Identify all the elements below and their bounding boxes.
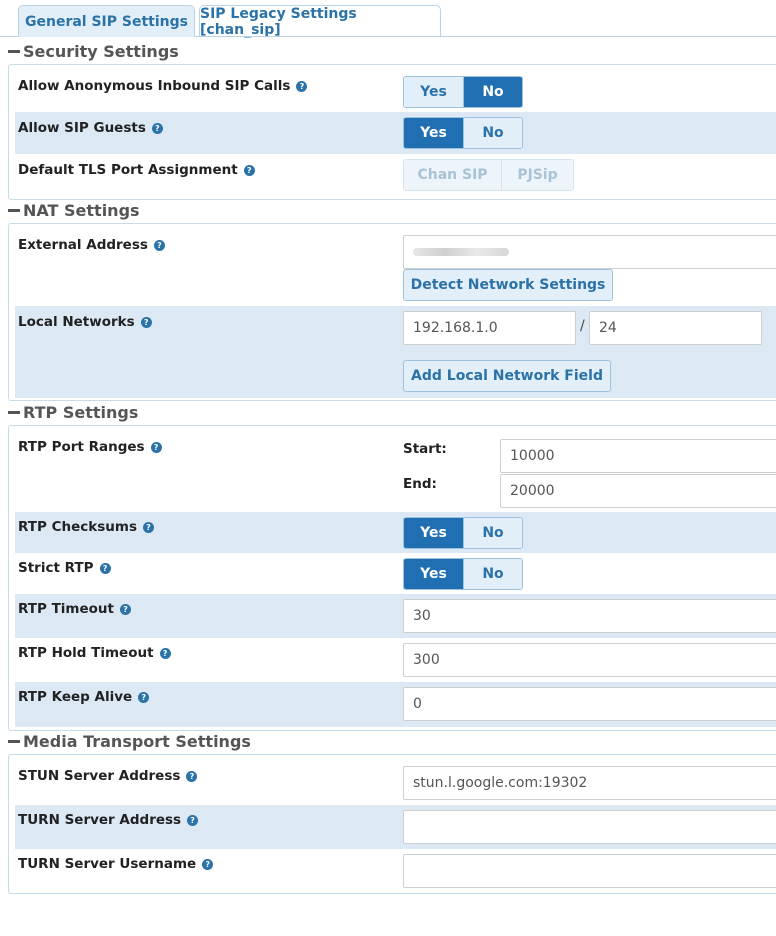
external-address-input[interactable] [403, 235, 776, 269]
section-title: Media Transport Settings [23, 731, 251, 751]
rtp-end-input[interactable]: 20000 [500, 474, 776, 508]
strict-rtp-toggle: Yes No [403, 558, 523, 590]
row-allow-anonymous: Allow Anonymous Inbound SIP Calls ? Yes … [15, 70, 776, 111]
rtp-timeout-input[interactable]: 30 [403, 599, 776, 633]
nat-settings-header[interactable]: NAT Settings [8, 199, 140, 221]
row-default-tls-port: Default TLS Port Assignment ? Chan SIP P… [15, 154, 776, 198]
turn-username-input[interactable] [403, 854, 776, 888]
external-address-label: External Address ? [18, 237, 165, 253]
help-icon[interactable]: ? [140, 316, 152, 328]
row-rtp-port-ranges: RTP Port Ranges ? Start: 10000 End: 2000… [15, 431, 776, 512]
local-networks-label: Local Networks ? [18, 314, 152, 330]
section-title: NAT Settings [23, 200, 140, 220]
row-allow-sip-guests: Allow SIP Guests ? Yes No [15, 112, 776, 154]
tab-bar: General SIP Settings SIP Legacy Settings… [0, 0, 776, 38]
strict-rtp-yes[interactable]: Yes [404, 559, 463, 589]
row-strict-rtp: Strict RTP ? Yes No [15, 553, 776, 594]
collapse-icon[interactable] [8, 208, 20, 212]
rtp-hold-timeout-label: RTP Hold Timeout ? [18, 645, 171, 661]
rtp-hold-timeout-input[interactable]: 300 [403, 643, 776, 677]
default-tls-port-label: Default TLS Port Assignment ? [18, 162, 255, 178]
rtp-checksums-label: RTP Checksums ? [18, 519, 154, 535]
help-icon[interactable]: ? [243, 164, 255, 176]
rtp-keep-alive-input[interactable]: 0 [403, 687, 776, 721]
rtp-checksums-yes[interactable]: Yes [404, 518, 463, 548]
tab-sip-legacy-settings[interactable]: SIP Legacy Settings [chan_sip] [199, 5, 441, 38]
stun-server-label: STUN Server Address ? [18, 768, 198, 784]
rtp-checksums-toggle: Yes No [403, 517, 523, 549]
collapse-icon[interactable] [8, 49, 20, 53]
collapse-icon[interactable] [8, 739, 20, 743]
allow-sip-guests-yes[interactable]: Yes [404, 118, 463, 148]
rtp-settings-header[interactable]: RTP Settings [8, 401, 138, 423]
strict-rtp-no[interactable]: No [463, 559, 522, 589]
help-icon[interactable]: ? [153, 239, 165, 251]
row-stun-server: STUN Server Address ? stun.l.google.com:… [15, 760, 776, 805]
help-icon[interactable]: ? [186, 770, 198, 782]
help-icon[interactable]: ? [138, 691, 150, 703]
tls-chan-sip-option[interactable]: Chan SIP [404, 160, 501, 190]
rtp-start-input[interactable]: 10000 [500, 439, 776, 473]
row-turn-server: TURN Server Address ? [15, 805, 776, 849]
help-icon[interactable]: ? [120, 603, 131, 615]
row-rtp-checksums: RTP Checksums ? Yes No [15, 512, 776, 553]
section-title: Security Settings [23, 41, 179, 61]
local-network-ip-input[interactable]: 192.168.1.0 [403, 311, 576, 345]
rtp-keep-alive-label: RTP Keep Alive ? [18, 689, 150, 705]
rtp-end-label: End: [403, 476, 437, 492]
allow-sip-guests-toggle: Yes No [403, 117, 523, 149]
turn-server-label: TURN Server Address ? [18, 812, 199, 828]
row-rtp-timeout: RTP Timeout ? 30 [15, 594, 776, 638]
rtp-port-ranges-label: RTP Port Ranges ? [18, 439, 162, 455]
default-tls-port-toggle: Chan SIP PJSip [403, 159, 574, 191]
allow-anonymous-yes[interactable]: Yes [404, 77, 463, 107]
rtp-start-label: Start: [403, 441, 447, 457]
allow-anonymous-label: Allow Anonymous Inbound SIP Calls ? [18, 78, 308, 94]
tab-general-sip-settings[interactable]: General SIP Settings [18, 5, 195, 37]
row-turn-username: TURN Server Username ? [15, 849, 776, 894]
allow-sip-guests-no[interactable]: No [463, 118, 522, 148]
add-local-network-field-button[interactable]: Add Local Network Field [403, 360, 611, 392]
help-icon[interactable]: ? [202, 858, 214, 870]
section-title: RTP Settings [23, 402, 139, 422]
tls-pjsip-option[interactable]: PJSip [501, 160, 573, 190]
allow-sip-guests-label: Allow SIP Guests ? [18, 120, 163, 136]
stun-server-input[interactable]: stun.l.google.com:19302 [403, 766, 776, 800]
redacted-value [413, 248, 509, 256]
rtp-checksums-no[interactable]: No [463, 518, 522, 548]
rtp-timeout-label: RTP Timeout ? [18, 601, 131, 617]
strict-rtp-label: Strict RTP ? [18, 560, 111, 576]
help-icon[interactable]: ? [143, 521, 154, 533]
media-transport-settings-header[interactable]: Media Transport Settings [8, 730, 251, 752]
allow-anonymous-no[interactable]: No [463, 77, 522, 107]
row-rtp-hold-timeout: RTP Hold Timeout ? 300 [15, 638, 776, 682]
security-settings-header[interactable]: Security Settings [8, 40, 179, 62]
help-icon[interactable]: ? [150, 441, 162, 453]
turn-server-input[interactable] [403, 810, 776, 844]
help-icon[interactable]: ? [296, 80, 308, 92]
help-icon[interactable]: ? [99, 562, 111, 574]
row-local-networks: Local Networks ? 192.168.1.0 / 24 Add Lo… [15, 306, 776, 398]
row-rtp-keep-alive: RTP Keep Alive ? 0 [15, 682, 776, 727]
netmask-separator: / [580, 318, 585, 334]
help-icon[interactable]: ? [187, 814, 199, 826]
help-icon[interactable]: ? [159, 647, 171, 659]
allow-anonymous-toggle: Yes No [403, 76, 523, 108]
help-icon[interactable]: ? [151, 122, 163, 134]
local-network-mask-input[interactable]: 24 [589, 311, 762, 345]
detect-network-settings-button[interactable]: Detect Network Settings [403, 269, 613, 301]
turn-username-label: TURN Server Username ? [18, 856, 214, 872]
row-external-address: External Address ? Detect Network Settin… [15, 229, 776, 306]
collapse-icon[interactable] [8, 410, 20, 414]
